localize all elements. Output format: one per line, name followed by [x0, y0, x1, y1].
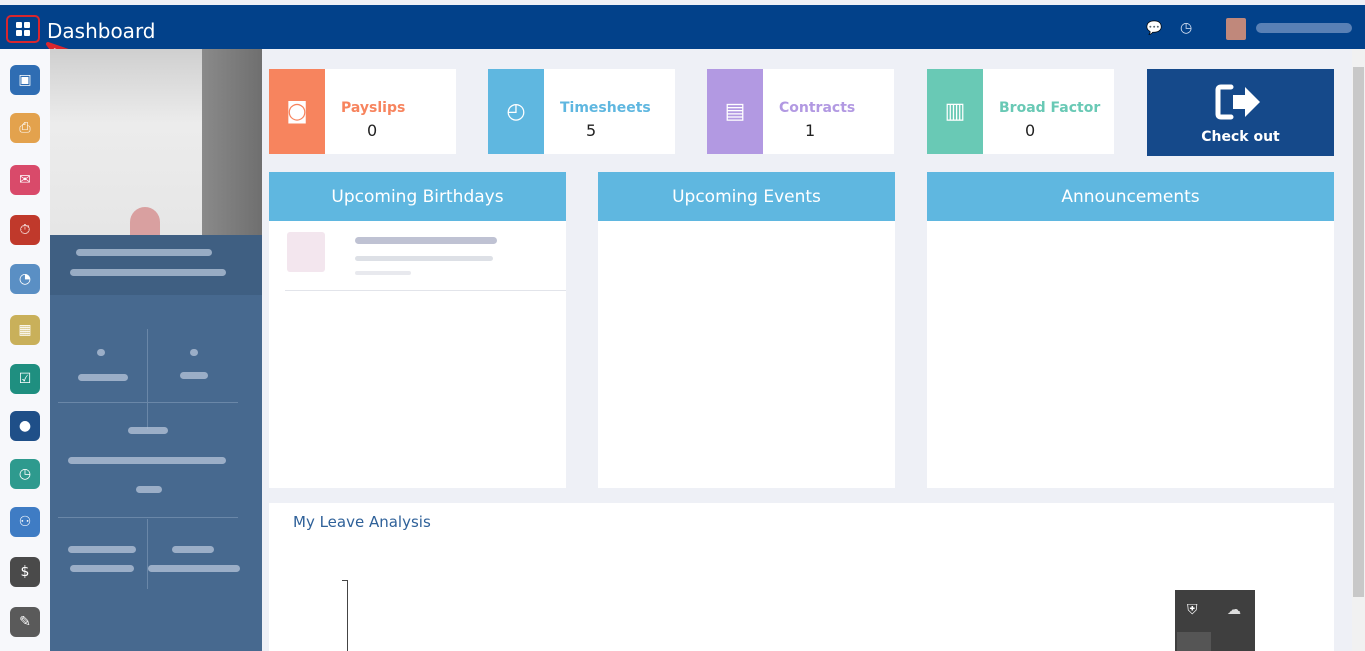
avatar [287, 232, 325, 272]
profile-panel [50, 49, 262, 651]
payslips-card[interactable]: ◙ Payslips 0 [269, 69, 456, 154]
bar-chart-icon: ▥ [927, 69, 983, 154]
clock-circle-icon[interactable]: ◷ [10, 459, 40, 489]
timesheets-value: 5 [586, 121, 597, 140]
profile-name-block [50, 235, 262, 295]
payslips-label: Payslips [341, 100, 406, 116]
handshake-icon[interactable]: ⚇ [10, 507, 40, 537]
broad-factor-card[interactable]: ▥ Broad Factor 0 [927, 69, 1114, 154]
cloud-off-icon[interactable]: ☁ [1227, 602, 1241, 618]
check-out-button[interactable]: Check out [1147, 69, 1334, 156]
timesheets-card[interactable]: ◴ Timesheets 5 [488, 69, 675, 154]
top-bar: Dashboard 💬 ◷ [0, 5, 1365, 49]
notes-icon[interactable]: ✎ [10, 607, 40, 637]
monitor-icon[interactable]: ▣ [10, 65, 40, 95]
payslips-value: 0 [367, 121, 378, 140]
timer-icon[interactable]: ⏱ [10, 215, 40, 245]
menu-toggle-button[interactable] [6, 15, 40, 43]
vertical-scrollbar[interactable] [1352, 49, 1365, 651]
sign-out-icon [1215, 84, 1260, 120]
comment-icon[interactable]: ✉ [10, 165, 40, 195]
check-out-label: Check out [1201, 129, 1280, 145]
upcoming-events-panel: Upcoming Events [598, 172, 895, 488]
timesheets-label: Timesheets [560, 100, 651, 116]
panel-title: Upcoming Events [598, 172, 895, 221]
panel-title: Upcoming Birthdays [269, 172, 566, 221]
icon-sidebar: ▣ ⎙ ✉ ⏱ ◔ ▦ ☑ ● ◷ ⚇ $ ✎ [0, 49, 50, 651]
user-dollar-icon[interactable]: $ [10, 557, 40, 587]
badge-icon[interactable]: ● [10, 411, 40, 441]
clock-icon: ◴ [488, 69, 544, 154]
user-name[interactable] [1256, 23, 1352, 33]
profile-photo [50, 49, 262, 237]
calendar-icon[interactable]: ▦ [10, 315, 40, 345]
grid-icon [16, 22, 30, 36]
checklist-icon[interactable]: ☑ [10, 364, 40, 394]
contracts-card[interactable]: ▤ Contracts 1 [707, 69, 894, 154]
printer-icon[interactable]: ⎙ [10, 113, 40, 143]
chat-icon[interactable]: 💬 [1146, 21, 1162, 36]
page-title: Dashboard [47, 19, 156, 43]
money-icon: ◙ [269, 69, 325, 154]
clock-icon[interactable]: ◷ [1180, 20, 1192, 36]
announcements-panel: Announcements [927, 172, 1334, 488]
chart-axis [347, 580, 348, 651]
avatar[interactable] [1226, 18, 1246, 40]
shield-icon[interactable]: ⛨ [1187, 602, 1198, 618]
contracts-label: Contracts [779, 100, 856, 116]
user-clock-icon[interactable]: ◔ [10, 264, 40, 294]
leave-analysis-title: My Leave Analysis [293, 513, 431, 531]
scrollbar-thumb[interactable] [1353, 67, 1364, 597]
broad-factor-value: 0 [1025, 121, 1036, 140]
system-tray-popup: ⛨ ☁ [1175, 590, 1255, 651]
file-icon: ▤ [707, 69, 763, 154]
broad-factor-label: Broad Factor [999, 100, 1101, 116]
contracts-value: 1 [805, 121, 816, 140]
upcoming-birthdays-panel: Upcoming Birthdays [269, 172, 566, 488]
panel-title: Announcements [927, 172, 1334, 221]
